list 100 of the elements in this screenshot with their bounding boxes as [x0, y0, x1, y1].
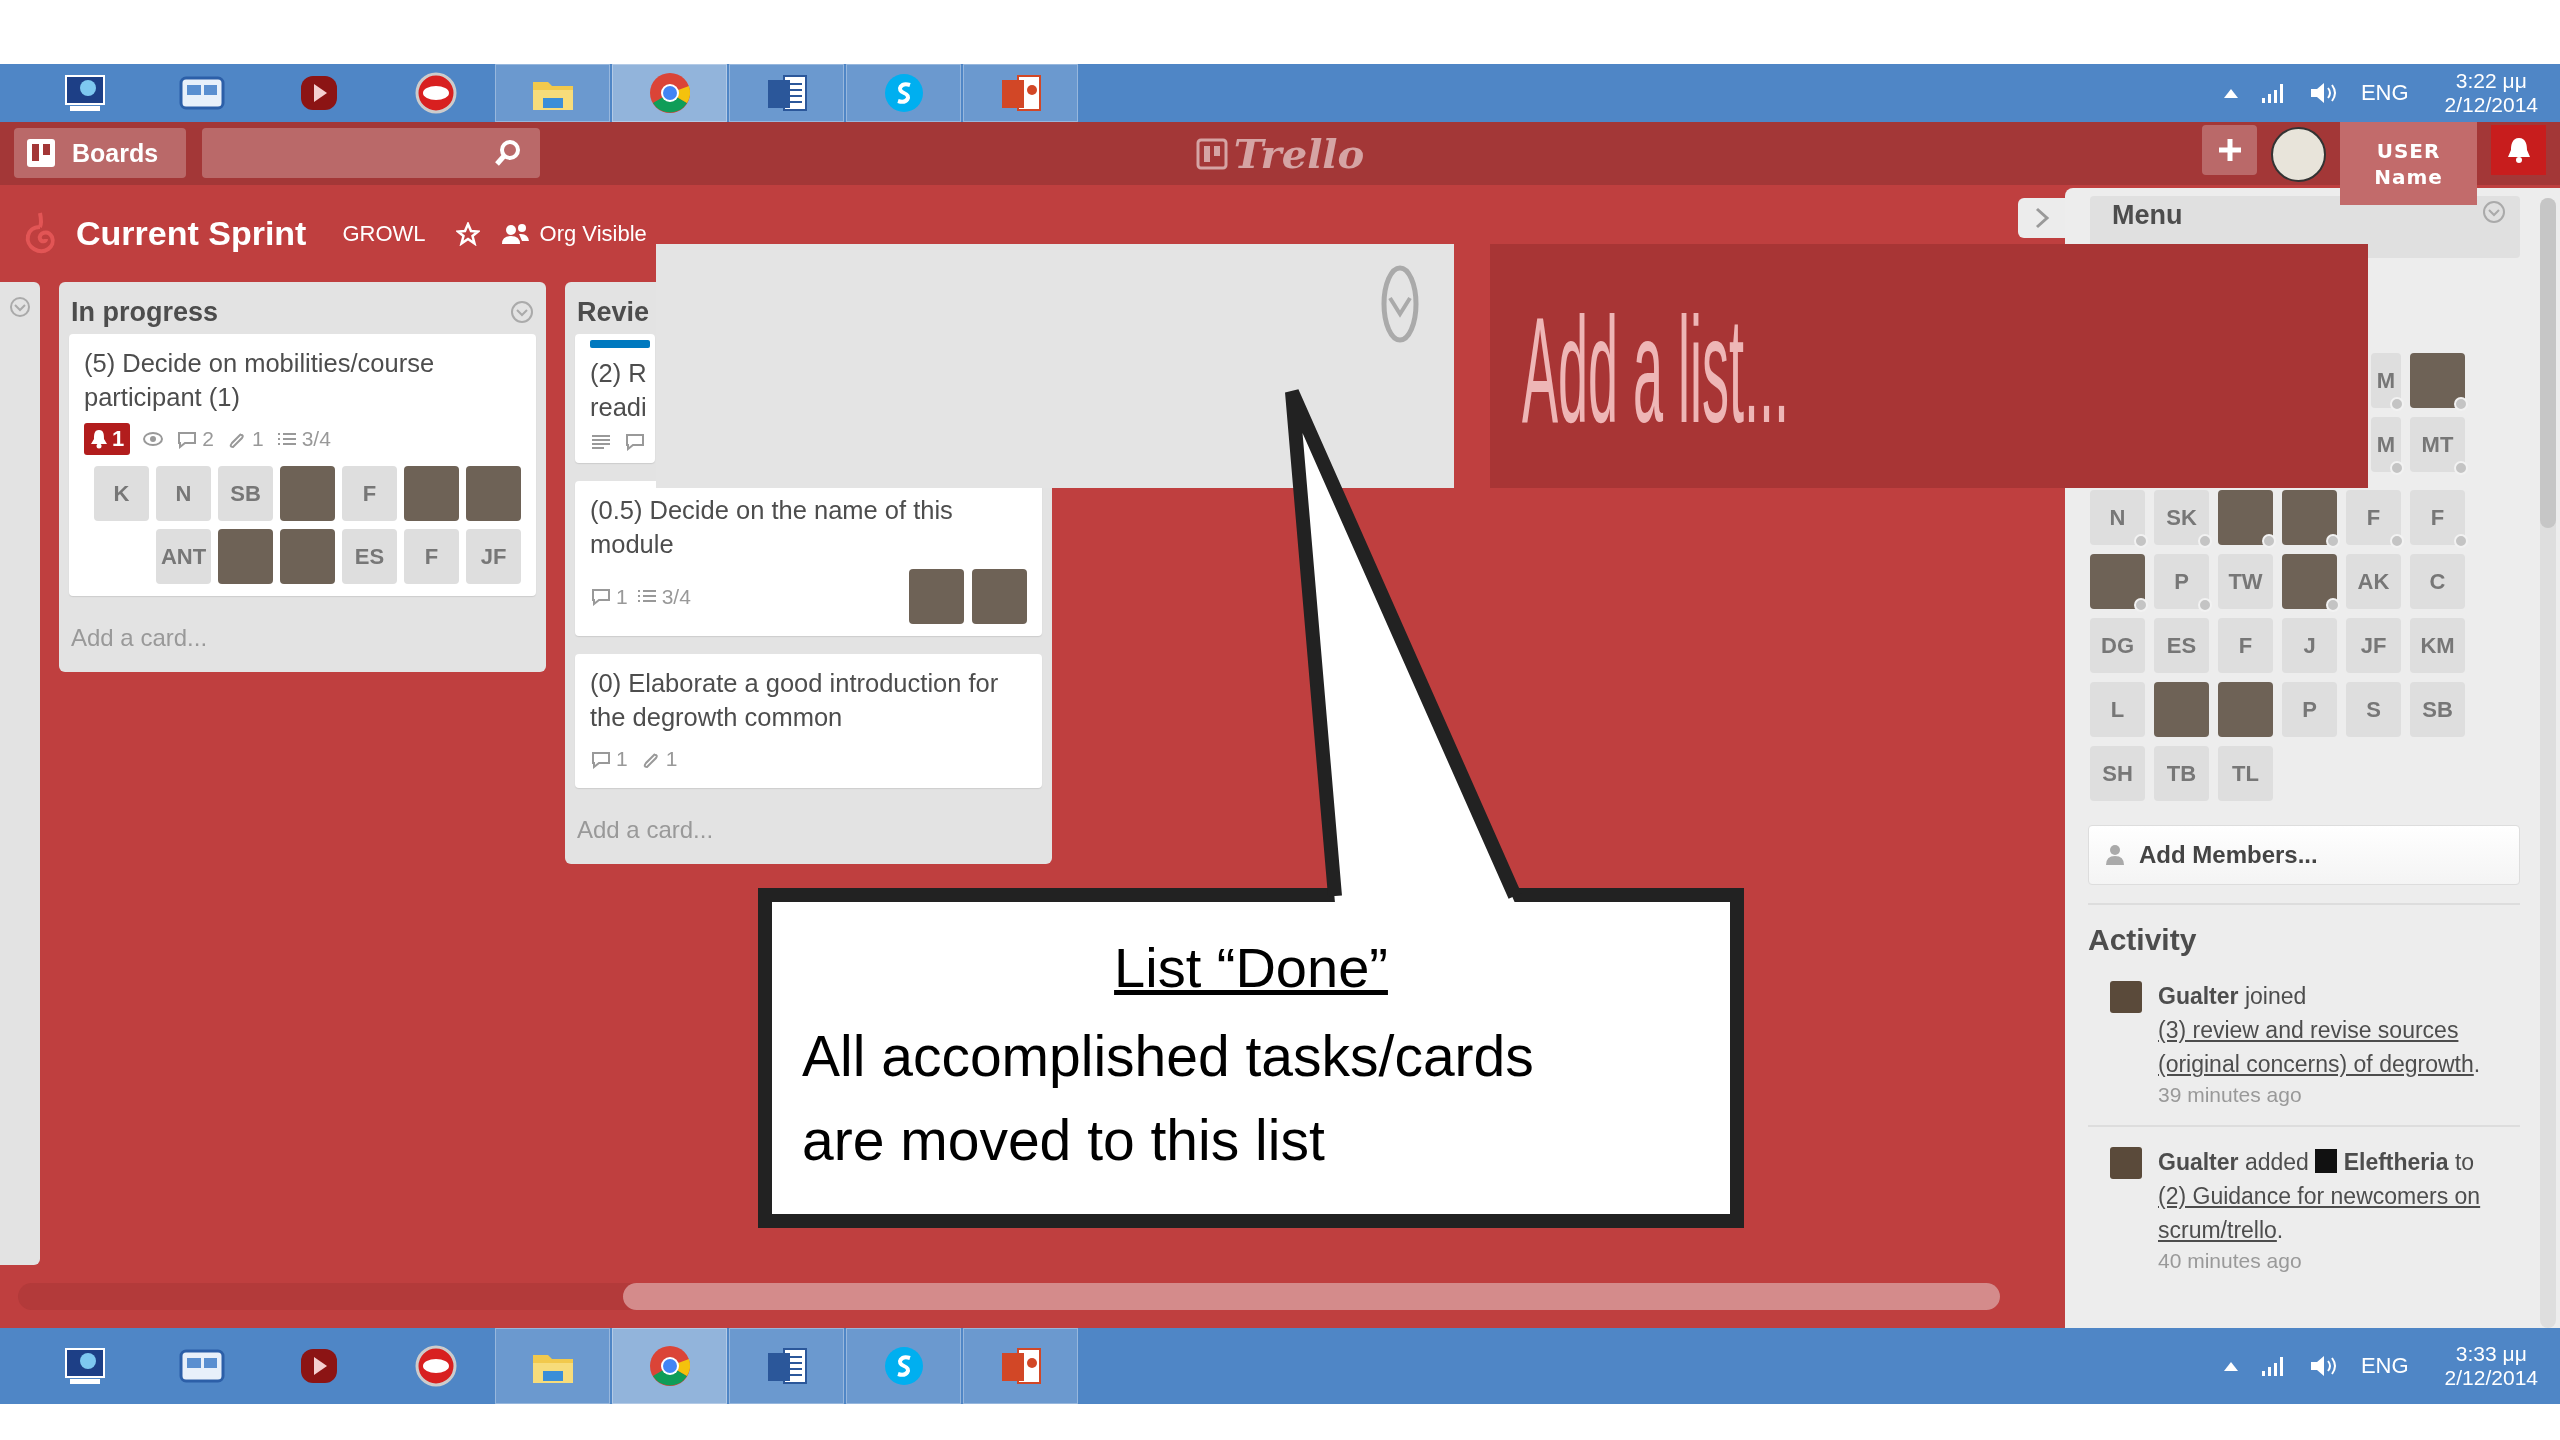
board-title[interactable]: Current Sprint: [76, 214, 307, 253]
app-logo: Trello: [1233, 130, 1365, 177]
member-initials[interactable]: JF: [2346, 618, 2401, 673]
comment-icon: [590, 587, 612, 606]
organization-link[interactable]: GROWL: [342, 220, 426, 247]
plus-icon: [2216, 137, 2243, 163]
card-link[interactable]: (3) review and revise sources (original concerns) of degrowth.: [2158, 1013, 2518, 1081]
member-initials[interactable]: AK: [2346, 554, 2401, 609]
callout-title: List “Done”: [1113, 935, 1389, 1001]
member-initials[interactable]: F: [342, 466, 397, 521]
member-initials[interactable]: SB: [218, 466, 273, 521]
member-initials[interactable]: SB: [2410, 682, 2465, 737]
member-initials[interactable]: KM: [2410, 618, 2465, 673]
member-initials[interactable]: TW: [2218, 554, 2273, 609]
card[interactable]: (0) Elaborate a good introduction for the degrowth common 1 1: [575, 654, 1042, 788]
chevron-circle-icon[interactable]: [9, 296, 31, 318]
member-initials[interactable]: S: [2346, 682, 2401, 737]
scrollbar-thumb[interactable]: [2540, 198, 2556, 528]
avatar-photo[interactable]: [2315, 1149, 2338, 1173]
clock-time: 3:33 μμ: [2455, 1342, 2527, 1366]
card-link[interactable]: (2) Guidance for newcomers on scrum/trello.: [2158, 1179, 2518, 1247]
member-initials[interactable]: ES: [2154, 618, 2209, 673]
taskbar-button[interactable]: [963, 64, 1078, 122]
clock-date: 2/12/2014: [2444, 93, 2538, 117]
checklist-count: 3/4: [661, 583, 691, 610]
card-title: readi: [590, 392, 648, 423]
add-button[interactable]: [2202, 125, 2257, 175]
chevron-right-icon: [2033, 207, 2050, 229]
member-initials[interactable]: F: [404, 529, 459, 584]
volume-icon[interactable]: [2308, 1353, 2339, 1379]
section-heading: Activity: [2088, 923, 2198, 957]
member-initials[interactable]: F: [2410, 490, 2465, 545]
card-title: (5) Decide on mobilities/course participant (1): [84, 348, 436, 413]
member-initials[interactable]: SK: [2154, 490, 2209, 545]
clock[interactable]: 3:22 μμ 2/12/2014: [2444, 69, 2538, 117]
member-initials[interactable]: MT: [2410, 417, 2465, 472]
taskbar-button[interactable]: [963, 1328, 1078, 1404]
notifications-button[interactable]: [2491, 125, 2546, 175]
member-initials[interactable]: ANT: [156, 529, 211, 584]
member-initials[interactable]: TL: [2218, 746, 2273, 801]
language-indicator[interactable]: ENG: [2360, 1353, 2409, 1379]
member-initials[interactable]: M: [2371, 353, 2401, 408]
taskbar-button[interactable]: [729, 1328, 844, 1404]
collapse-tab[interactable]: [2018, 198, 2065, 238]
search-field[interactable]: [202, 128, 540, 178]
star-icon[interactable]: [455, 221, 480, 246]
card-title: (2) R: [590, 358, 648, 389]
bell-icon: [90, 429, 108, 449]
boards-button[interactable]: Boards: [14, 128, 186, 178]
member-initials[interactable]: DG: [2090, 618, 2145, 673]
user-name-button[interactable]: USER Name: [2340, 122, 2477, 205]
list-title: In progress: [71, 296, 219, 328]
scrollbar-thumb[interactable]: [623, 1283, 2000, 1310]
member-initials[interactable]: N: [156, 466, 211, 521]
member-initials[interactable]: C: [2410, 554, 2465, 609]
member-initials[interactable]: F: [2346, 490, 2401, 545]
caret-icon[interactable]: [2222, 1360, 2239, 1372]
person-icon: [2105, 844, 2125, 866]
chevron-circle-icon: [1380, 264, 1420, 344]
card[interactable]: (5) Decide on mobilities/course participant (1) 1 2 1 3/4 K N SB F ANT ES F JF: [69, 334, 536, 596]
chevron-circle-icon[interactable]: [2482, 200, 2506, 224]
checklist-count: 3/4: [301, 426, 331, 452]
board-icon: [1195, 137, 1228, 170]
comment-count: 1: [616, 583, 628, 610]
add-card-link[interactable]: Add a card...: [69, 614, 536, 666]
member-initials[interactable]: J: [2282, 618, 2337, 673]
member-initials[interactable]: P: [2154, 554, 2209, 609]
member-initials[interactable]: SH: [2090, 746, 2145, 801]
member-initials[interactable]: JF: [466, 529, 521, 584]
clock[interactable]: 3:33 μμ 2/12/2014: [2444, 1342, 2538, 1390]
board-icon: [26, 138, 56, 168]
member-initials[interactable]: N: [2090, 490, 2145, 545]
activity-time: 40 minutes ago: [2158, 1249, 2303, 1273]
clock-date: 2/12/2014: [2444, 1366, 2538, 1390]
card-title: (0) Elaborate a good introduction for the degrowth common: [590, 668, 1000, 733]
add-card-link[interactable]: Add a card...: [575, 806, 1042, 858]
member-initials[interactable]: M: [2371, 417, 2401, 472]
member-initials[interactable]: L: [2090, 682, 2145, 737]
activity-text: Gualter added Eleftheria to (2) Guidance for newcomers on scrum/trello.: [2158, 1145, 2518, 1247]
member-initials[interactable]: ES: [342, 529, 397, 584]
language-indicator[interactable]: ENG: [2360, 80, 2409, 106]
badge-count: 1: [112, 425, 125, 453]
comment-count: 1: [616, 746, 628, 772]
activity-text: Gualter joined (3) review and revise sources (original concerns) of degrowth.: [2158, 979, 2518, 1081]
member-initials[interactable]: TB: [2154, 746, 2209, 801]
taskbar-button[interactable]: [729, 64, 844, 122]
caret-icon[interactable]: [2222, 87, 2239, 99]
eye-icon: [142, 429, 165, 449]
card-title: (0.5) Decide on the name of this module: [590, 495, 954, 560]
people-icon: [501, 222, 530, 245]
chevron-circle-icon[interactable]: [510, 300, 534, 324]
add-members-button[interactable]: Add Members...: [2088, 825, 2520, 885]
avatar-photo[interactable]: [2271, 127, 2326, 182]
member-initials[interactable]: K: [94, 466, 149, 521]
visibility-label[interactable]: Org Visible: [539, 220, 647, 247]
member-initials[interactable]: P: [2282, 682, 2337, 737]
menu-title: Menu: [2112, 200, 2183, 231]
volume-icon[interactable]: [2308, 80, 2339, 106]
card[interactable]: (2) R readi: [575, 334, 655, 463]
member-initials[interactable]: F: [2218, 618, 2273, 673]
